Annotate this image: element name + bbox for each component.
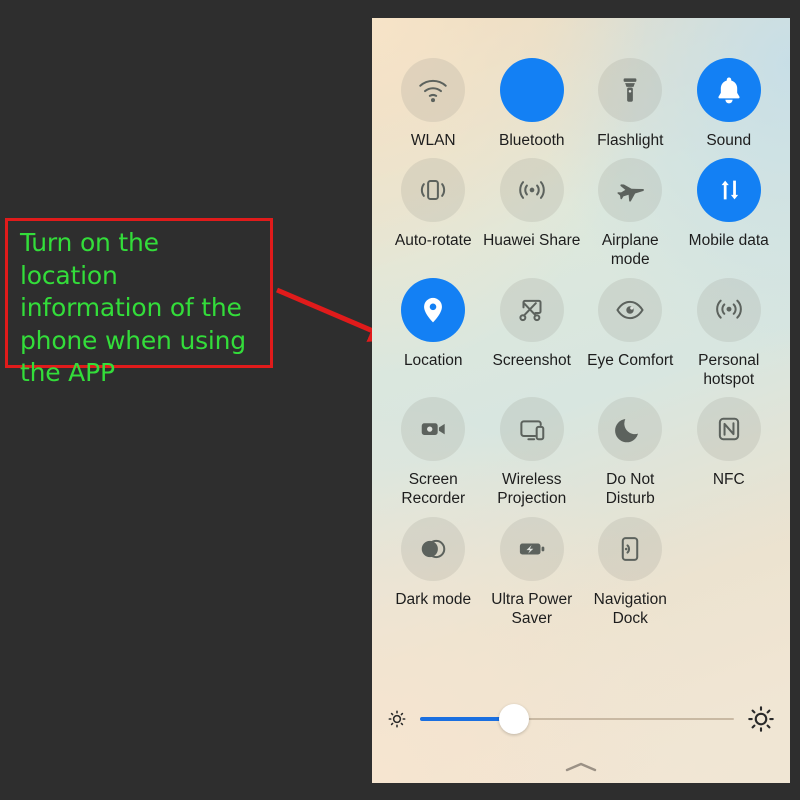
tile-label: Eye Comfort — [587, 351, 674, 369]
tile-dark-mode[interactable]: Dark mode — [384, 516, 483, 636]
tile-label: Sound — [706, 132, 752, 149]
brightness-slider[interactable] — [372, 697, 790, 741]
tile-bluetooth[interactable]: Bluetooth — [483, 58, 582, 158]
tile-label: Navigation Dock — [593, 590, 667, 627]
tile-sound[interactable]: Sound — [680, 58, 779, 158]
video-camera-icon[interactable] — [401, 397, 466, 462]
tile-screen-recorder[interactable]: Screen Recorder — [384, 397, 483, 516]
location-pin-icon[interactable] — [401, 277, 466, 342]
quick-settings-panel: WLAN Bluetooth Flashlight Sound Auto-rot… — [372, 18, 790, 783]
moon-icon[interactable] — [598, 397, 663, 462]
tile-ultra-power-saver[interactable]: Ultra Power Saver — [483, 516, 582, 636]
tile-label: Wireless Projection — [497, 471, 567, 508]
tile-label: Dark mode — [395, 590, 472, 608]
tile-flashlight[interactable]: Flashlight — [581, 58, 680, 158]
eye-icon[interactable] — [598, 277, 663, 342]
screenshot-icon[interactable] — [499, 277, 564, 342]
tile-label: NFC — [712, 471, 745, 489]
tile-label: Mobile data — [688, 232, 769, 250]
tile-row: Location Screenshot Eye Comfort Personal… — [384, 277, 779, 397]
auto-rotate-icon[interactable] — [401, 158, 466, 223]
hotspot-icon[interactable] — [696, 277, 761, 342]
annotation-text: Turn on the location information of the … — [20, 228, 246, 387]
navigation-dock-icon[interactable] — [598, 516, 663, 581]
tile-label: Screenshot — [492, 351, 571, 369]
tile-mobile-data[interactable]: Mobile data — [680, 158, 779, 277]
tile-screenshot[interactable]: Screenshot — [483, 277, 582, 397]
nfc-icon[interactable] — [696, 397, 761, 462]
battery-bolt-icon[interactable] — [499, 516, 564, 581]
tile-navigation-dock[interactable]: Navigation Dock — [581, 516, 680, 636]
wifi-icon[interactable] — [401, 58, 466, 122]
tile-eye-comfort[interactable]: Eye Comfort — [581, 277, 680, 397]
bell-icon[interactable] — [696, 58, 761, 122]
tile-label: Personal hotspot — [698, 351, 760, 388]
tile-empty-slot — [680, 517, 779, 636]
tile-label: Huawei Share — [483, 232, 581, 250]
sun-small-icon[interactable] — [386, 708, 408, 730]
tile-label: Airplane mode — [601, 232, 659, 269]
chevron-up-icon[interactable] — [561, 761, 601, 773]
tile-row: Auto-rotate Huawei Share Airplane mode M… — [384, 158, 778, 277]
tile-label: WLAN — [410, 132, 456, 149]
tile-row: WLAN Bluetooth Flashlight Sound — [384, 58, 778, 158]
tile-wireless-projection[interactable]: Wireless Projection — [483, 397, 582, 516]
dark-mode-icon[interactable] — [401, 516, 466, 581]
tile-huawei-share[interactable]: Huawei Share — [483, 158, 582, 277]
tile-do-not-disturb[interactable]: Do Not Disturb — [581, 397, 680, 516]
tile-label: Do Not Disturb — [605, 471, 655, 508]
brightness-thumb[interactable] — [499, 704, 530, 734]
tile-personal-hotspot[interactable]: Personal hotspot — [680, 277, 779, 397]
tile-location[interactable]: Location — [384, 277, 483, 397]
brightness-track[interactable] — [420, 704, 734, 734]
tile-wlan[interactable]: WLAN — [384, 58, 483, 158]
cast-icon[interactable] — [499, 397, 564, 462]
airplane-icon[interactable] — [598, 158, 663, 223]
tile-label: Location — [403, 351, 463, 369]
tile-row: Dark mode Ultra Power Saver Navigation D… — [384, 516, 779, 636]
tile-label: Ultra Power Saver — [491, 590, 573, 627]
bluetooth-icon[interactable] — [499, 58, 564, 122]
huawei-share-icon[interactable] — [499, 158, 564, 223]
flashlight-icon[interactable] — [598, 58, 663, 122]
tile-label: Flashlight — [597, 132, 664, 149]
tile-nfc[interactable]: NFC — [680, 397, 779, 516]
sun-large-icon[interactable] — [746, 704, 776, 734]
annotation-callout-box: Turn on the location information of the … — [5, 218, 273, 387]
tile-label: Auto-rotate — [394, 232, 472, 250]
tile-label: Screen Recorder — [401, 471, 466, 508]
tile-auto-rotate[interactable]: Auto-rotate — [384, 158, 483, 277]
tile-airplane-mode[interactable]: Airplane mode — [581, 158, 680, 277]
quick-settings-tile-grid: WLAN Bluetooth Flashlight Sound Auto-rot… — [372, 18, 790, 636]
tile-row: Screen Recorder Wireless Projection Do N… — [384, 397, 778, 516]
mobile-data-icon[interactable] — [696, 158, 761, 223]
tile-label: Bluetooth — [499, 132, 565, 149]
